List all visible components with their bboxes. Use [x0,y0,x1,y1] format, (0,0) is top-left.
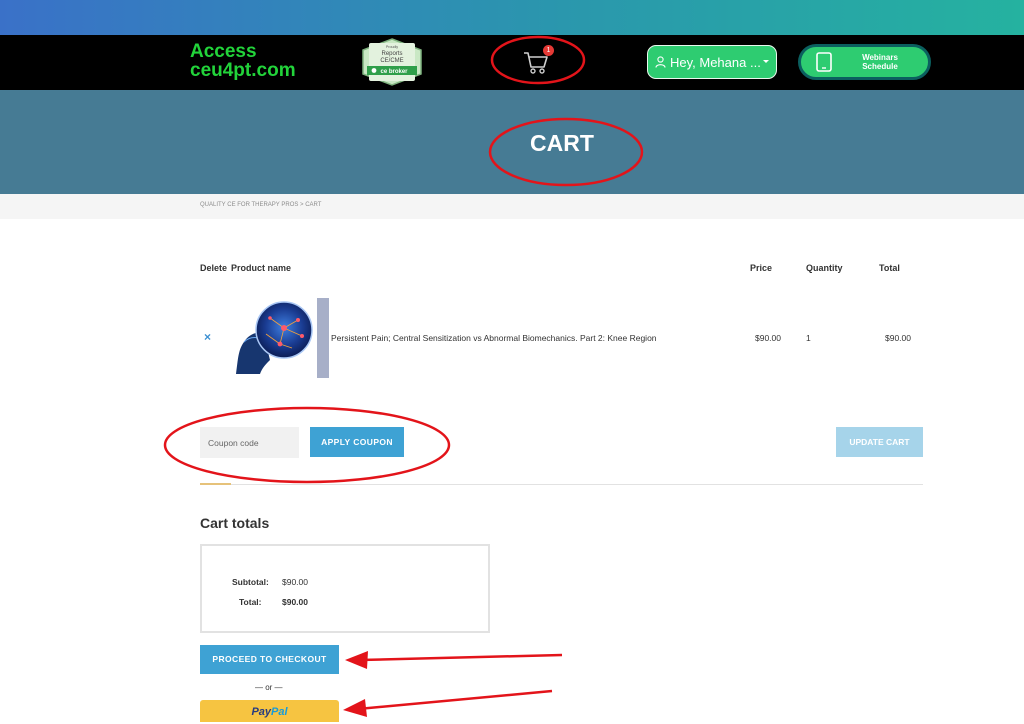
product-thumbnail[interactable] [230,298,316,378]
badge-cebroker-text: ce broker [380,69,408,75]
product-quantity[interactable]: 1 [806,333,811,343]
proceed-to-checkout-button[interactable]: PROCEED TO CHECKOUT [200,645,339,674]
product-total: $90.00 [885,333,911,343]
webinars-label-line-2: Schedule [862,62,898,71]
paypal-button[interactable]: PayPal [200,700,339,722]
ce-broker-badge-logo: Proudly Reports CE/CME ce broker [362,38,422,86]
section-divider [200,484,923,485]
column-header-delete: Delete [200,263,228,273]
header-cart-button[interactable]: 1 [520,45,554,77]
badge-small-text: Proudly [386,45,398,49]
top-gradient-bar [0,0,1024,35]
page-banner: CART [0,90,1024,194]
apply-coupon-button[interactable]: APPLY COUPON [310,427,404,457]
divider-accent [200,483,231,485]
checkout-arrow-icon [359,653,563,662]
product-name-link[interactable]: Persistent Pain; Central Sensitization v… [331,333,657,343]
total-label: Total: [239,597,262,607]
subtotal-label: Subtotal: [232,577,269,587]
webinars-label-line-1: Webinars [862,53,898,62]
tablet-icon [816,52,832,72]
coupon-code-input[interactable] [200,427,299,458]
site-header: Access ceu4pt.com Proudly Reports CE/CME… [0,35,1024,90]
update-cart-button[interactable]: UPDATE CART [836,427,923,457]
paypal-pal-text: Pal [271,706,288,718]
user-menu-label: Hey, Mehana ... [670,54,761,70]
thumbnail-side-bar [317,298,329,378]
or-separator: — or — [255,683,283,692]
breadcrumb[interactable]: QUALITY CE FOR THERAPY PROS > CART [200,202,321,208]
badge-cecme-text: CE/CME [380,58,403,64]
cart-count-badge: 1 [543,45,554,56]
user-icon [655,56,666,68]
product-price: $90.00 [755,333,781,343]
paypal-arrow-icon [357,689,553,711]
page-title: CART [530,130,594,156]
total-value: $90.00 [282,597,308,607]
column-header-quantity: Quantity [806,263,843,273]
site-brand-link[interactable]: Access ceu4pt.com [190,42,296,80]
chevron-down-icon [763,60,769,63]
subtotal-value: $90.00 [282,577,308,587]
column-header-total: Total [879,263,900,273]
cart-totals-box: Subtotal: $90.00 Total: $90.00 [200,544,490,633]
webinars-schedule-button[interactable]: Webinars Schedule [798,44,931,80]
brand-line-2: ceu4pt.com [190,60,296,81]
column-header-price: Price [750,263,773,273]
badge-reports-text: Reports [381,51,402,57]
cart-totals-title: Cart totals [200,515,270,531]
column-header-product: Product name [231,263,292,273]
brand-line-1: Access [190,41,257,62]
paypal-pay-text: Pay [251,706,272,718]
user-menu-button[interactable]: Hey, Mehana ... [647,45,777,79]
breadcrumb-bar: QUALITY CE FOR THERAPY PROS > CART [0,194,1024,219]
remove-item-button[interactable]: × [204,330,211,344]
